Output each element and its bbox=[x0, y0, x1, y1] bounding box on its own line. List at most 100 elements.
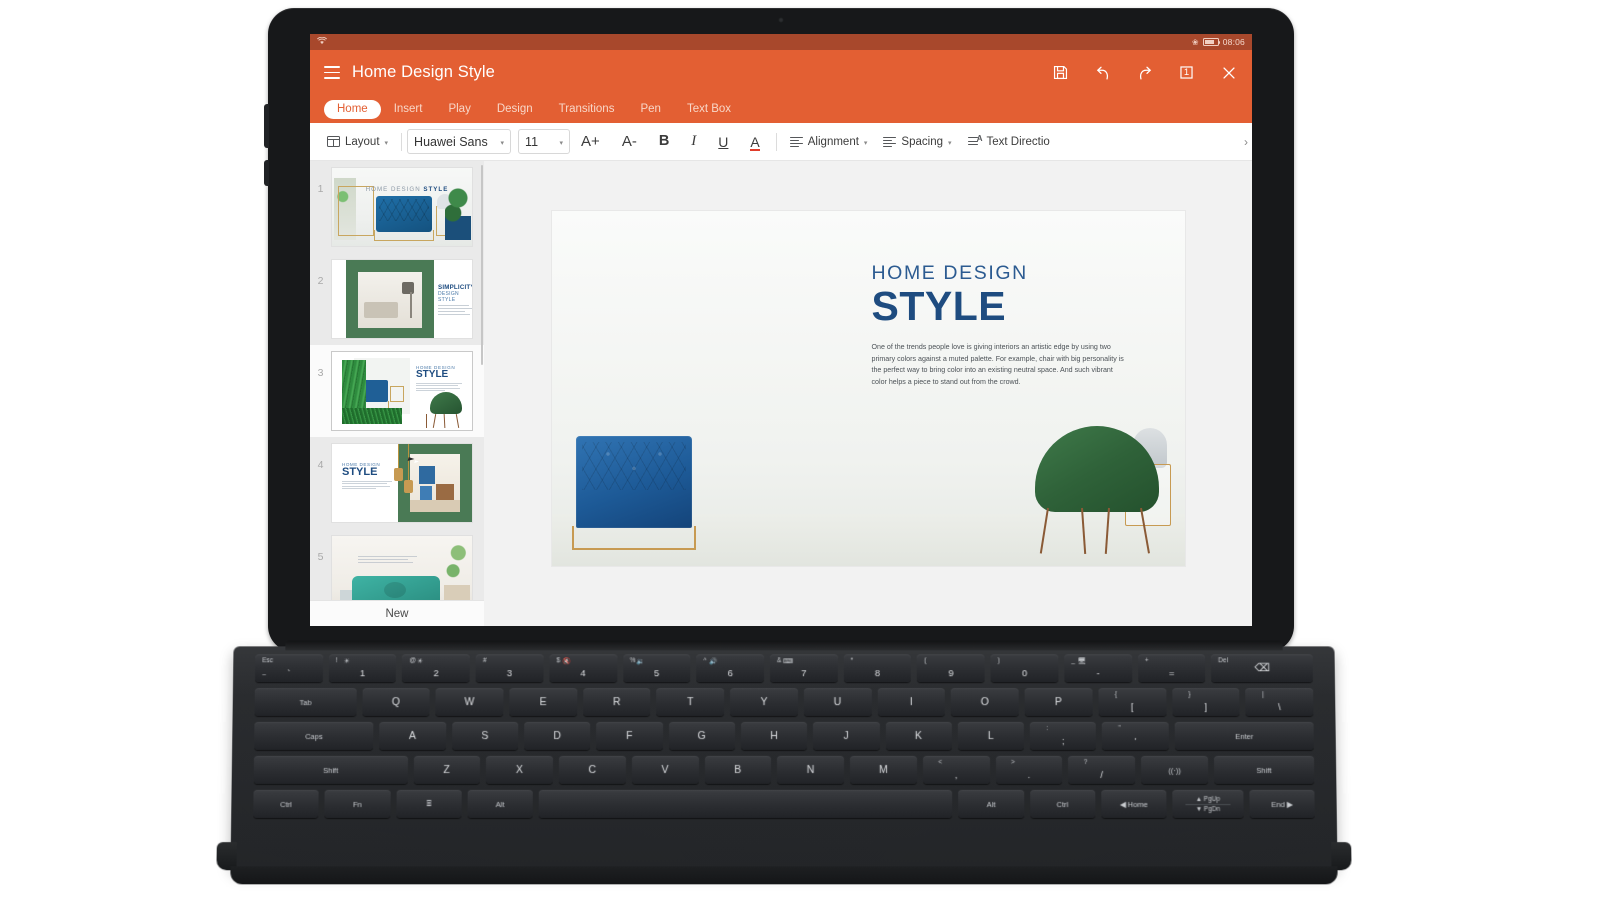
spacing-button[interactable]: Spacing ▾ bbox=[875, 129, 959, 155]
slide-thumbnail-panel[interactable]: 1 HOME DESIGN STYLE 2 SIMPLICITY DESIGN … bbox=[310, 161, 484, 626]
key-key[interactable]: }] bbox=[1172, 688, 1240, 716]
tab-transitions[interactable]: Transitions bbox=[546, 100, 628, 119]
key-p[interactable]: P bbox=[1025, 688, 1093, 716]
key-7[interactable]: & ⌨ 7 bbox=[770, 654, 838, 682]
key-key[interactable]: ▲ PgUp ▼ PgDn bbox=[1172, 790, 1243, 818]
key-key[interactable]: >. bbox=[996, 756, 1063, 784]
key-t[interactable]: T bbox=[657, 688, 725, 716]
key-shift[interactable]: Shift bbox=[254, 756, 408, 784]
bold-button[interactable]: B bbox=[648, 134, 680, 149]
key-key[interactable]: _ 🖥 - bbox=[1064, 654, 1132, 682]
key-n[interactable]: N bbox=[777, 756, 844, 784]
key-r[interactable]: R bbox=[583, 688, 651, 716]
slide-thumbnail-3[interactable]: HOME DESIGN STYLE bbox=[331, 351, 473, 431]
key-k[interactable]: K bbox=[885, 722, 951, 750]
key-key[interactable]: ((·)) bbox=[1141, 756, 1208, 784]
key-s[interactable]: S bbox=[452, 722, 518, 750]
list-item[interactable]: 1 HOME DESIGN STYLE bbox=[310, 161, 484, 253]
key-key[interactable]: ⌸ bbox=[396, 790, 462, 818]
font-size-select[interactable]: 11 ▾ bbox=[518, 129, 570, 154]
key-v[interactable]: V bbox=[632, 756, 699, 784]
key-h[interactable]: H bbox=[741, 722, 807, 750]
key-z[interactable]: Z bbox=[413, 756, 480, 784]
key-key[interactable]: :; bbox=[1030, 722, 1096, 750]
decrease-font-size-button[interactable]: A- bbox=[611, 134, 648, 149]
key-f[interactable]: F bbox=[596, 722, 662, 750]
key-b[interactable]: B bbox=[704, 756, 771, 784]
key-tab[interactable]: Tab bbox=[255, 688, 357, 716]
key-3[interactable]: #3 bbox=[476, 654, 544, 682]
hamburger-menu-icon[interactable] bbox=[324, 66, 340, 79]
key-fn[interactable]: Fn bbox=[325, 790, 391, 818]
key-y[interactable]: Y bbox=[730, 688, 798, 716]
key-l[interactable]: L bbox=[958, 722, 1024, 750]
key-alt[interactable]: Alt bbox=[467, 790, 533, 818]
slide-thumbnail-4[interactable]: HOME DESIGN STYLE bbox=[331, 443, 473, 523]
power-button[interactable] bbox=[264, 160, 269, 186]
key-key[interactable]: " ' bbox=[1102, 722, 1169, 750]
tab-play[interactable]: Play bbox=[435, 100, 483, 119]
underline-button[interactable]: U bbox=[707, 135, 739, 149]
redo-icon[interactable] bbox=[1135, 63, 1154, 82]
key-key[interactable]: + = bbox=[1138, 654, 1206, 682]
key-a[interactable]: A bbox=[379, 722, 446, 750]
toolbar-overflow-button[interactable]: › bbox=[1244, 135, 1248, 149]
tab-insert[interactable]: Insert bbox=[381, 100, 436, 119]
key-d[interactable]: D bbox=[524, 722, 590, 750]
key-end[interactable]: End ▶ bbox=[1249, 790, 1315, 818]
slide-text-block[interactable]: HOME DESIGN STYLE One of the trends peop… bbox=[872, 263, 1126, 388]
slide-thumbnail-1[interactable]: HOME DESIGN STYLE bbox=[331, 167, 473, 247]
key-2[interactable]: @ ☀ 2 bbox=[402, 654, 470, 682]
layout-button[interactable]: Layout ▾ bbox=[319, 129, 396, 155]
key-key[interactable]: ? / bbox=[1068, 756, 1135, 784]
key-key[interactable]: <, bbox=[923, 756, 990, 784]
key-8[interactable]: * 8 bbox=[844, 654, 912, 682]
key-key[interactable]: Del ⌫ bbox=[1211, 654, 1313, 682]
key-j[interactable]: J bbox=[813, 722, 879, 750]
tab-home[interactable]: Home bbox=[324, 100, 381, 119]
key-key[interactable]: {[ bbox=[1098, 688, 1166, 716]
text-direction-button[interactable]: A Text Directio bbox=[960, 129, 1058, 155]
italic-button[interactable]: I bbox=[680, 134, 707, 149]
key-5[interactable]: % 🔉 5 bbox=[623, 654, 691, 682]
key-alt[interactable]: Alt bbox=[958, 790, 1023, 818]
font-family-select[interactable]: Huawei Sans ▾ bbox=[407, 129, 511, 154]
key-i[interactable]: I bbox=[877, 688, 945, 716]
new-slide-button[interactable]: New bbox=[310, 600, 484, 626]
key-w[interactable]: W bbox=[436, 688, 504, 716]
tab-pen[interactable]: Pen bbox=[627, 100, 673, 119]
slide-panel-scrollbar[interactable] bbox=[481, 165, 484, 365]
key-9[interactable]: (9 bbox=[917, 654, 985, 682]
key-m[interactable]: M bbox=[850, 756, 917, 784]
key-c[interactable]: C bbox=[559, 756, 626, 784]
key-shift[interactable]: Shift bbox=[1214, 756, 1315, 784]
key-g[interactable]: G bbox=[669, 722, 735, 750]
tab-text-box[interactable]: Text Box bbox=[674, 100, 744, 119]
key-x[interactable]: X bbox=[486, 756, 553, 784]
key-key[interactable] bbox=[539, 790, 953, 818]
key-u[interactable]: U bbox=[804, 688, 872, 716]
keyboard-dock[interactable]: Esc ~ `! ☀ 1 @ ☀ 2 #3 $ 🔇 4% 🔉 5 ^ 🔊 6 & ⌨ 7 * 8(9) 0 _ 🖥 - + = Del ⌫… bbox=[230, 646, 1337, 870]
key-o[interactable]: O bbox=[951, 688, 1019, 716]
list-item[interactable]: 3 HOME DESIGN STYLE bbox=[310, 345, 484, 437]
increase-font-size-button[interactable]: A+ bbox=[570, 134, 611, 149]
key-6[interactable]: ^ 🔊 6 bbox=[696, 654, 764, 682]
list-item[interactable]: 2 SIMPLICITY DESIGN STYLE bbox=[310, 253, 484, 345]
tab-design[interactable]: Design bbox=[484, 100, 546, 119]
slide-canvas-area[interactable]: HOME DESIGN STYLE One of the trends peop… bbox=[484, 161, 1252, 626]
key-4[interactable]: $ 🔇 4 bbox=[549, 654, 617, 682]
key-caps[interactable]: Caps bbox=[254, 722, 374, 750]
alignment-button[interactable]: Alignment ▾ bbox=[782, 129, 876, 155]
list-item[interactable]: 4 HOME DESIGN STYLE bbox=[310, 437, 484, 529]
key-key[interactable]: | \ bbox=[1245, 688, 1313, 716]
key-e[interactable]: E bbox=[509, 688, 577, 716]
key-key[interactable]: Esc ~ ` bbox=[255, 654, 323, 682]
key-ctrl[interactable]: Ctrl bbox=[253, 790, 319, 818]
key-1[interactable]: ! ☀ 1 bbox=[329, 654, 397, 682]
close-icon[interactable] bbox=[1219, 63, 1238, 82]
key-home[interactable]: ◀ Home bbox=[1101, 790, 1167, 818]
volume-button[interactable] bbox=[264, 104, 269, 148]
key-q[interactable]: Q bbox=[362, 688, 430, 716]
key-enter[interactable]: Enter bbox=[1174, 722, 1313, 750]
key-ctrl[interactable]: Ctrl bbox=[1030, 790, 1096, 818]
